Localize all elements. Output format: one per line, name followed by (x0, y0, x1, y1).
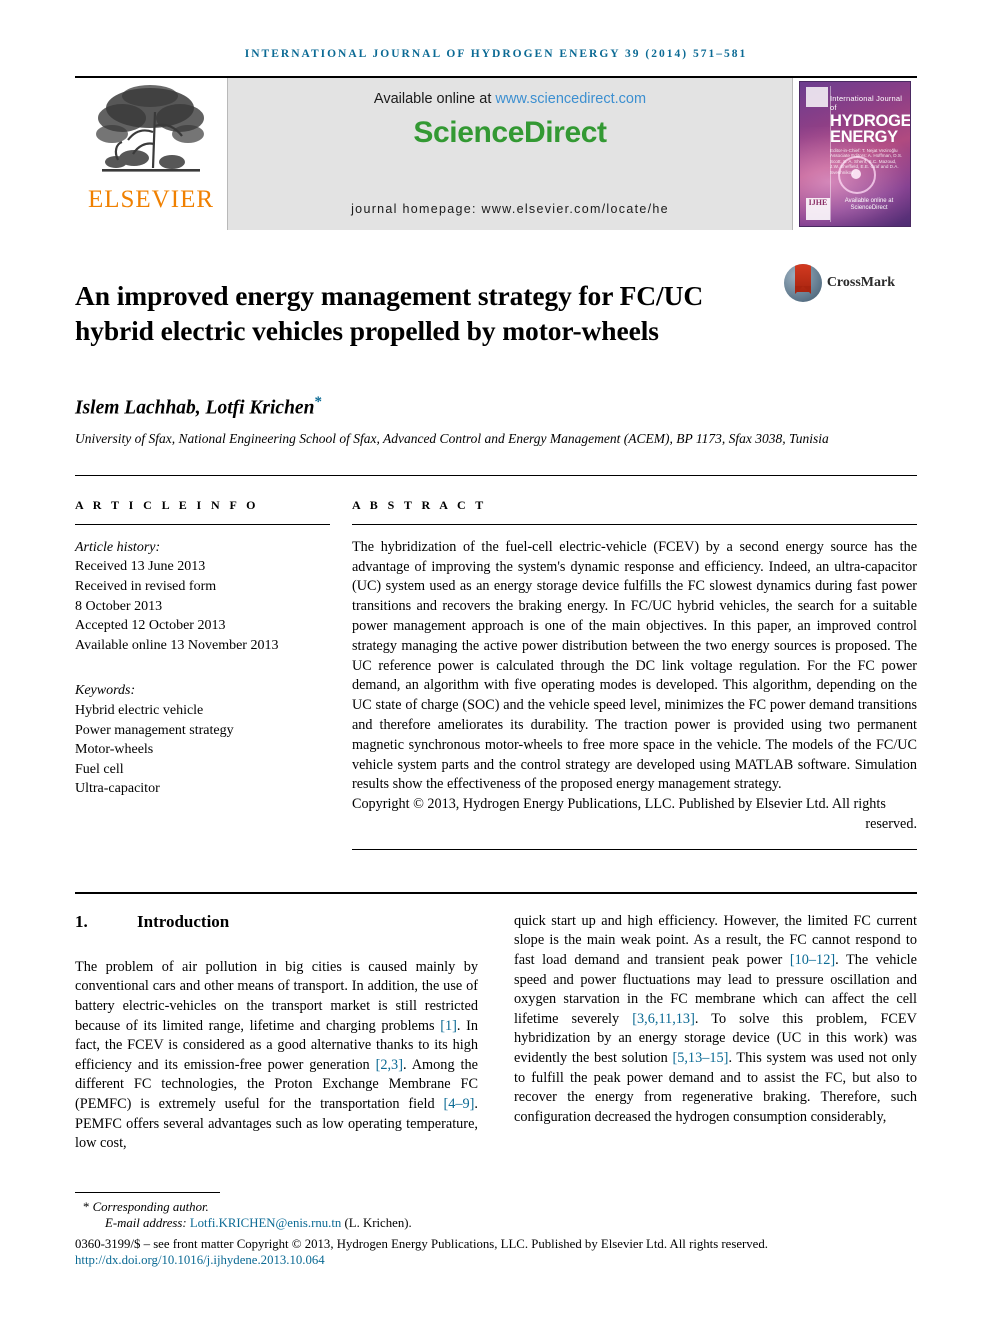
article-info-column: A R T I C L E I N F O Article history: R… (75, 498, 352, 850)
page-title: An improved energy management strategy f… (75, 280, 704, 347)
cover-title-line2: HYDROGEN (830, 112, 911, 130)
author-list: Islem Lachhab, Lotfi Krichen* (75, 394, 917, 420)
email-line: E-mail address: Lotfi.KRICHEN@enis.rnu.t… (75, 1216, 917, 1231)
article-history-label: Article history: (75, 539, 161, 555)
cover-ijhe-badge: IJHE (806, 198, 830, 220)
body-column-left: 1. Introduction The problem of air pollu… (75, 912, 478, 1154)
running-head: INTERNATIONAL JOURNAL OF HYDROGEN ENERGY… (244, 48, 748, 60)
sciencedirect-banner: Available online at www.sciencedirect.co… (227, 78, 793, 230)
article-info-label: A R T I C L E I N F O (75, 497, 259, 512)
keywords-block: Keywords: Hybrid electric vehicle Power … (75, 681, 330, 799)
info-top-rule (75, 474, 917, 476)
citation-link[interactable]: [1] (440, 1018, 457, 1034)
corresponding-author-text: Corresponding author. (92, 1200, 209, 1214)
copyright-main: Copyright © 2013, Hydrogen Energy Public… (352, 796, 886, 813)
email-label: E-mail address: (105, 1216, 190, 1230)
citation-link[interactable]: [5,13–15] (672, 1050, 728, 1066)
keyword-item: Ultra-capacitor (75, 781, 160, 797)
history-item: Received in revised form (75, 579, 217, 595)
history-item: Available online 13 November 2013 (75, 637, 279, 653)
journal-cover-block: International Journal of HYDROGEN ENERGY… (793, 78, 917, 230)
elsevier-wordmark: ELSEVIER (87, 186, 215, 213)
email-suffix: (L. Krichen). (341, 1216, 412, 1230)
doi-link[interactable]: http://dx.doi.org/10.1016/j.ijhydene.201… (75, 1253, 917, 1268)
article-info-rule (75, 523, 330, 525)
author-names: Islem Lachhab, Lotfi Krichen (75, 397, 315, 419)
corresponding-author-marker[interactable]: * (314, 394, 322, 410)
history-item: Received 13 June 2013 (75, 559, 206, 575)
copyright-last: reserved. (865, 816, 917, 832)
paragraph-right: quick start up and high efficiency. Howe… (514, 912, 917, 1128)
body-top-rule (75, 891, 917, 894)
affiliation: University of Sfax, National Engineering… (75, 431, 829, 447)
text-run: The problem of air pollution in big citi… (75, 958, 478, 1034)
cover-title-line1: International Journal of (830, 94, 903, 112)
cover-editors-text: Editor-in-Chief: T. Nejat Veziroğlu Asso… (830, 148, 903, 175)
keyword-item: Power management strategy (75, 722, 234, 738)
section-heading: 1. Introduction (75, 912, 478, 932)
cover-title-block: International Journal of HYDROGEN ENERGY (830, 94, 911, 146)
abstract-column: A B S T R A C T The hybridization of the… (352, 498, 917, 850)
sciencedirect-logo[interactable]: ScienceDirect (413, 116, 607, 150)
info-abstract-columns: A R T I C L E I N F O Article history: R… (75, 498, 917, 850)
abstract-bottom-rule (352, 848, 917, 850)
issn-copyright-line: 0360-3199/$ – see front matter Copyright… (75, 1237, 768, 1251)
paragraph-left: The problem of air pollution in big citi… (75, 958, 478, 1154)
abstract-copyright: Copyright © 2013, Hydrogen Energy Public… (352, 795, 917, 835)
journal-masthead: ELSEVIER Available online at www.science… (75, 76, 917, 230)
citation-link[interactable]: [2,3] (376, 1057, 403, 1073)
keywords-label: Keywords: (75, 683, 136, 699)
abstract-rule (352, 523, 917, 525)
available-online-text: Available online at www.sciencedirect.co… (374, 91, 646, 107)
citation-link[interactable]: [4–9] (443, 1096, 474, 1112)
keyword-item: Fuel cell (75, 761, 124, 777)
journal-cover-image: International Journal of HYDROGEN ENERGY… (799, 81, 911, 227)
section-number: 1. (75, 911, 88, 931)
sciencedirect-url-link[interactable]: www.sciencedirect.com (495, 91, 646, 107)
email-link[interactable]: Lotfi.KRICHEN@enis.rnu.tn (190, 1216, 341, 1230)
abstract-text: The hybridization of the fuel-cell elect… (352, 538, 917, 793)
body-column-right: quick start up and high efficiency. Howe… (514, 912, 917, 1154)
article-history-block: Article history: Received 13 June 2013 R… (75, 538, 330, 656)
cover-elsevier-mark (806, 87, 828, 107)
title-row: An improved energy management strategy f… (75, 260, 917, 367)
footnote-rule (75, 1192, 220, 1193)
cover-sciencedirect-text: Available online at ScienceDirect (844, 198, 894, 211)
corresponding-author-note: * Corresponding author. (75, 1200, 917, 1215)
crossmark-icon (783, 264, 822, 302)
abstract-label: A B S T R A C T (352, 497, 487, 512)
history-item: 8 October 2013 (75, 598, 163, 614)
available-online-prefix: Available online at (373, 91, 496, 107)
crossmark-label: CrossMark (826, 275, 895, 290)
cover-title-line3: ENERGY (830, 128, 898, 146)
history-item: Accepted 12 October 2013 (75, 618, 226, 634)
elsevier-tree-icon (96, 85, 204, 172)
journal-homepage-text[interactable]: journal homepage: www.elsevier.com/locat… (351, 202, 669, 216)
citation-link[interactable]: [10–12] (790, 952, 835, 968)
footnote-marker: * (83, 1200, 90, 1214)
crossmark-badge[interactable]: CrossMark (775, 260, 895, 367)
keyword-item: Motor-wheels (75, 742, 154, 758)
body-columns: 1. Introduction The problem of air pollu… (75, 912, 917, 1154)
citation-link[interactable]: [3,6,11,13] (632, 1011, 695, 1027)
elsevier-logo-block: ELSEVIER (75, 78, 227, 230)
article-page: INTERNATIONAL JOURNAL OF HYDROGEN ENERGY… (0, 0, 992, 1323)
page-footer: * Corresponding author. E-mail address: … (75, 1192, 917, 1268)
keyword-item: Hybrid electric vehicle (75, 703, 204, 718)
section-title: Introduction (137, 911, 230, 931)
